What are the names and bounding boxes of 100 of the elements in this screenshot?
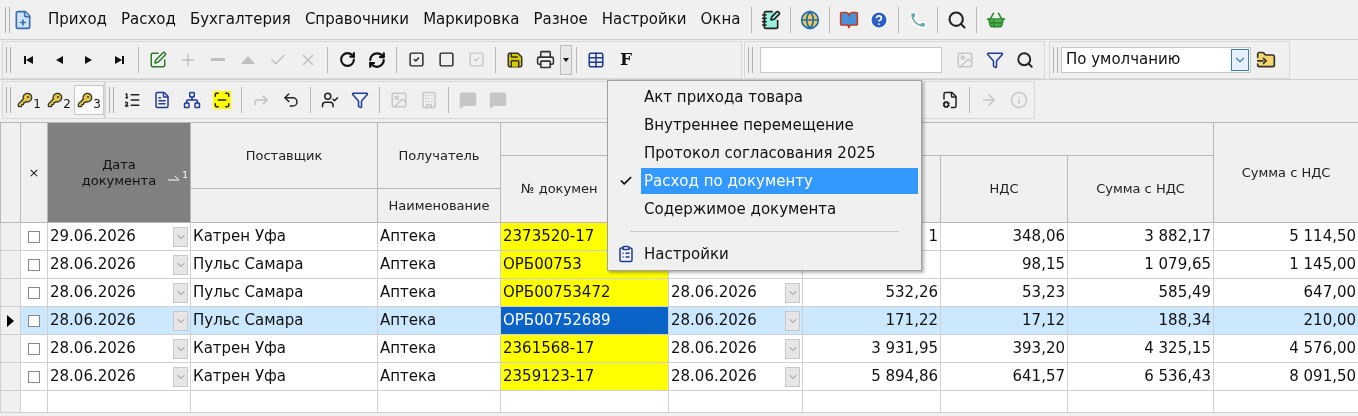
menu-item[interactable]: Маркировка xyxy=(416,8,527,31)
dropdown-button[interactable] xyxy=(173,338,188,359)
dropdown-button[interactable] xyxy=(173,282,188,303)
table-cell: Пульс Самара xyxy=(190,278,378,307)
column-header[interactable]: Сумма с НДС xyxy=(1067,155,1214,223)
print-dropdown-button[interactable] xyxy=(560,44,572,75)
key-icon xyxy=(47,92,64,108)
user-check-icon xyxy=(321,91,339,109)
search-icon xyxy=(947,9,968,30)
column-header[interactable]: НДС xyxy=(940,155,1068,223)
table-cell: Пульс Самара xyxy=(190,250,378,279)
key-button[interactable]: 2 xyxy=(44,85,74,115)
message-icon xyxy=(489,91,507,109)
table-cell: ОРБ00753472 xyxy=(503,283,611,302)
table-cell: Аптека xyxy=(377,250,501,279)
key-button[interactable]: 1 xyxy=(14,85,44,115)
table-cell: Аптека xyxy=(377,362,501,391)
menu-item[interactable]: Приход xyxy=(41,8,114,31)
redo-icon xyxy=(338,51,356,68)
table-cell-text: 28.06.2026 xyxy=(50,338,136,360)
row-checkbox[interactable] xyxy=(28,230,40,243)
table-cell: Катрен Уфа xyxy=(190,334,378,363)
notebook-icon xyxy=(761,9,782,30)
table-cell: 2361568-17 xyxy=(503,339,595,358)
table-cell-text: 28.06.2026 xyxy=(671,338,757,360)
building-icon xyxy=(420,91,438,109)
table-cell-text: 29.06.2026 xyxy=(50,226,136,248)
table-row[interactable]: 28.06.2026 Пульс Самара Аптека ОРБ00752689 28.06.2026 171,22 17,12 188,34 210,00 xyxy=(0,306,1358,335)
preset-combo[interactable]: По умолчанию xyxy=(1061,46,1251,73)
menu-item[interactable]: Акт прихода товара xyxy=(641,84,918,110)
move-up-icon xyxy=(241,55,255,64)
table-cell: 393,20 xyxy=(940,334,1068,363)
table-cell-text: 28.06.2026 xyxy=(671,310,757,332)
select-area-icon xyxy=(213,91,231,109)
menu-item[interactable]: Расход xyxy=(114,8,183,31)
dropdown-button[interactable] xyxy=(173,226,188,247)
table-row[interactable]: 28.06.2026 Катрен Уфа Аптека 2361568-17 28.06.2026 3 931,95 393,20 4 325,15 4 576,00 xyxy=(0,334,1358,363)
table-settings-icon xyxy=(587,50,605,69)
app-icon xyxy=(13,9,33,30)
menu-item[interactable]: Окна xyxy=(693,8,748,31)
table-cell: Аптека xyxy=(377,334,501,363)
back-icon xyxy=(282,91,300,109)
row-checkbox[interactable] xyxy=(28,314,40,327)
dropdown-button[interactable] xyxy=(785,338,800,359)
dropdown-button[interactable] xyxy=(785,282,800,303)
row-checkbox[interactable] xyxy=(28,342,40,355)
key-icon xyxy=(77,92,94,108)
save-icon xyxy=(506,50,524,69)
column-header[interactable]: × xyxy=(20,122,48,223)
arrow-icon xyxy=(980,91,998,109)
table-cell: 2373520-17 xyxy=(503,227,595,246)
filter-icon xyxy=(351,91,369,109)
image-icon xyxy=(390,91,408,109)
row-checkbox[interactable] xyxy=(28,258,40,271)
font-button[interactable]: F xyxy=(611,44,641,75)
column-header[interactable]: Поставщик xyxy=(190,122,378,189)
table-cell: ОРБ00752689 xyxy=(503,311,611,330)
invert-check-icon xyxy=(467,51,485,68)
column-header[interactable]: Дата документа 1 xyxy=(47,122,191,223)
table-row[interactable]: 28.06.2026 Катрен Уфа Аптека 2359123-17 28.06.2026 5 894,86 641,57 6 536,43 8 091,50 xyxy=(0,362,1358,391)
remove-icon xyxy=(211,58,225,61)
table-cell: 17,12 xyxy=(940,306,1068,335)
books-icon xyxy=(839,9,860,30)
column-header[interactable]: Получатель xyxy=(377,122,501,189)
dropdown-button[interactable] xyxy=(785,366,800,387)
info-icon xyxy=(1010,91,1028,109)
key-icon xyxy=(17,92,34,108)
table-cell: 6 536,43 xyxy=(1067,362,1214,391)
table-cell: 4 325,15 xyxy=(1067,334,1214,363)
table-row[interactable]: 28.06.2026 Пульс Самара Аптека ОРБ00753472 28.06.2026 532,26 53,23 585,49 647,00 xyxy=(0,278,1358,307)
last-record-icon xyxy=(112,53,126,66)
print-icon xyxy=(535,50,555,69)
table-cell: Аптека xyxy=(377,222,501,251)
search-field[interactable] xyxy=(760,46,942,73)
dropdown-button[interactable] xyxy=(173,254,188,275)
menu-item[interactable]: Разное xyxy=(526,8,595,31)
menu-item[interactable]: Настройки xyxy=(594,8,694,31)
menu-item[interactable]: Бухгалтерия xyxy=(182,8,298,31)
table-cell-text: 28.06.2026 xyxy=(671,282,757,304)
dropdown-button[interactable] xyxy=(173,366,188,387)
table-cell: 53,23 xyxy=(940,278,1068,307)
key-button[interactable]: 3 xyxy=(74,85,104,115)
row-checkbox[interactable] xyxy=(28,370,40,383)
folder-icon xyxy=(1256,49,1276,70)
table-cell: 2359123-17 xyxy=(503,367,595,386)
menu-item[interactable]: Внутреннее перемещение xyxy=(641,112,918,138)
row-checkbox[interactable] xyxy=(28,286,40,299)
table-cell: Аптека xyxy=(377,306,501,335)
column-header[interactable]: Сумма с НДС xyxy=(1213,122,1358,223)
table-cell-text: 28.06.2026 xyxy=(50,254,136,276)
settings-doc-icon xyxy=(617,245,635,263)
search-icon xyxy=(1016,50,1034,69)
menu-item[interactable]: Справочники xyxy=(297,8,417,31)
check-all-icon xyxy=(407,51,425,68)
numbered-list-icon xyxy=(123,91,141,109)
column-header[interactable]: Наименование xyxy=(377,188,501,223)
table-cell: 171,22 xyxy=(802,306,941,335)
table-cell: 641,57 xyxy=(940,362,1068,391)
table-cell: 532,26 xyxy=(802,278,941,307)
table-cell: ОРБ00753 xyxy=(503,255,582,274)
